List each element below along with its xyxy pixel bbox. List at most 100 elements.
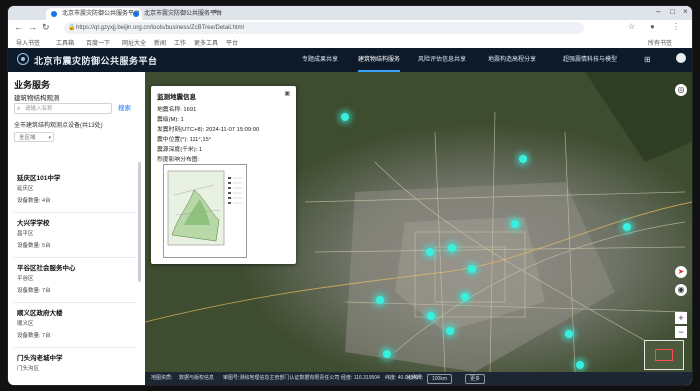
- all-bookmarks[interactable]: 所有书签: [648, 38, 672, 47]
- bookmark-item[interactable]: 工作: [174, 38, 186, 47]
- profile-icon[interactable]: ●: [650, 22, 655, 31]
- nav-item-risk[interactable]: 风险评估信息共享: [418, 48, 466, 72]
- popup-row: 发震时刻(UTC+8): 2024-11-07 15:09:00: [157, 127, 260, 133]
- new-tab-button[interactable]: +: [213, 7, 219, 18]
- tab-second[interactable]: 北京市震灾防御公共服务平台 ×: [128, 8, 226, 20]
- list-item[interactable]: 顺义区政府大楼 顺义区 设备数量: 7台: [14, 303, 136, 348]
- lock-icon: 🔒: [68, 25, 76, 31]
- list-item[interactable]: 延庆区101中学 延庆区 设备数量: 4台: [14, 168, 136, 213]
- intensity-distribution-map[interactable]: [163, 164, 247, 258]
- desktop-background: 北京市震灾防御公共服务平台 × 北京市震灾防御公共服务平台 × + – □ × …: [0, 0, 700, 391]
- monitoring-station-marker[interactable]: [468, 265, 476, 273]
- station-district: 昌平区: [17, 231, 34, 237]
- monitoring-station-marker[interactable]: [427, 312, 435, 320]
- status-item: 数据与版权信息: [179, 375, 215, 381]
- tab-strip: 北京市震灾防御公共服务平台 × 北京市震灾防御公共服务平台 × + – □ ×: [8, 6, 692, 20]
- popup-row: 震中位置(°): 111°,15°: [157, 137, 212, 143]
- popup-title: 监测地震信息: [157, 94, 196, 101]
- station-district: 门头沟区: [17, 366, 40, 372]
- sidebar-scrollbar[interactable]: [138, 162, 141, 282]
- list-item[interactable]: 平谷区社会服务中心 平谷区 设备数量: 7台: [14, 258, 136, 303]
- bookmark-item[interactable]: 导入书签: [16, 38, 40, 47]
- address-bar-row: ← → ↻ 🔒 https://qt.gzyxjj.beijin.org.cn/…: [8, 20, 692, 37]
- station-name: 延庆区101中学: [17, 175, 61, 182]
- platform-logo-icon: [17, 53, 29, 65]
- list-item[interactable]: 门头沟老城中学 门头沟区: [14, 348, 136, 385]
- nav-item-topics[interactable]: 专题成果共享: [302, 48, 338, 72]
- monitoring-station-marker[interactable]: [461, 293, 469, 301]
- star-icon[interactable]: ☆: [628, 22, 635, 31]
- station-devices: 设备数量: 4台: [17, 198, 51, 204]
- zoom-in-button[interactable]: +: [675, 312, 687, 324]
- bookmark-item[interactable]: 网址大全: [122, 38, 146, 47]
- bookmark-item[interactable]: 平台: [226, 38, 238, 47]
- more-button[interactable]: 更多: [465, 374, 486, 384]
- filter-value: 全区域: [19, 135, 36, 141]
- list-item[interactable]: 大兴学学校 昌平区 设备数量: 5台: [14, 213, 136, 258]
- monitoring-station-marker[interactable]: [623, 223, 631, 231]
- scale-label: 比例尺:: [407, 375, 424, 381]
- layers-icon[interactable]: ◎: [675, 84, 687, 96]
- nav-item-buildings[interactable]: 建筑物结构服务: [358, 48, 401, 72]
- district-filter-select[interactable]: 全区域 ▾: [14, 132, 54, 142]
- monitoring-station-marker[interactable]: [576, 361, 584, 369]
- search-input[interactable]: ⌕ 请输入名称: [14, 103, 112, 114]
- search-icon: ⌕: [17, 106, 21, 112]
- bookmark-item[interactable]: 更多工具: [194, 38, 218, 47]
- monitoring-station-marker[interactable]: [376, 296, 384, 304]
- monitoring-station-marker[interactable]: [446, 327, 454, 335]
- search-placeholder: 请输入名称: [25, 106, 53, 112]
- reload-icon[interactable]: ↻: [42, 22, 50, 33]
- satellite-map[interactable]: 监测地震信息 ▣ 地震名称: 1691 震级(M): 1 发震时刻(UTC+8)…: [145, 72, 692, 372]
- monitoring-station-marker[interactable]: [565, 330, 573, 338]
- monitoring-station-marker[interactable]: [426, 248, 434, 256]
- station-devices: 设备数量: 5台: [17, 243, 51, 249]
- site-favicon-icon: [51, 11, 57, 17]
- nav-item-structure[interactable]: 地震构造高程分享: [488, 48, 536, 72]
- scale-bar: 100km: [427, 374, 453, 384]
- monitoring-station-marker[interactable]: [383, 350, 391, 358]
- station-name: 顺义区政府大楼: [17, 310, 63, 317]
- minimize-icon[interactable]: –: [656, 7, 660, 16]
- map-status-bar: 地图资质: 数据与版权信息 审图号:测绘地理信息主管部门认证数据有限责任公司 经…: [145, 372, 692, 385]
- menu-icon[interactable]: ⋮: [672, 22, 680, 31]
- monitoring-station-marker[interactable]: [341, 113, 349, 121]
- monitoring-station-marker[interactable]: [448, 244, 456, 252]
- nav-item-models[interactable]: 超强震情科技与模型: [563, 48, 617, 72]
- sidebar-title: 业务服务: [14, 80, 51, 90]
- monitoring-station-marker[interactable]: [511, 220, 519, 228]
- longitude-readout: 经度: 116.319504: [341, 375, 380, 381]
- app-header: 北京市震灾防御公共服务平台 专题成果共享 建筑物结构服务 风险评估信息共享 地震…: [8, 48, 692, 72]
- popup-row: 烈度影响分布图:: [157, 157, 200, 163]
- forward-icon[interactable]: →: [28, 22, 37, 32]
- apps-grid-icon[interactable]: ⊞: [644, 55, 651, 64]
- bookmark-item[interactable]: 百度一下: [86, 38, 110, 47]
- site-favicon-icon: [133, 11, 139, 17]
- station-devices: 设备数量: 7台: [17, 333, 51, 339]
- app-title: 北京市震灾防御公共服务平台: [34, 56, 158, 66]
- url-text: https://qt.gzyxjj.beijin.org.cn/tools/bu…: [76, 25, 244, 31]
- sidebar-subtitle: 建筑物结构观测: [14, 95, 60, 102]
- popup-row: 地震名称: 1691: [157, 107, 197, 113]
- popup-pin-icon[interactable]: ▣: [284, 90, 290, 97]
- overview-map[interactable]: [644, 340, 684, 370]
- back-icon[interactable]: ←: [14, 22, 23, 32]
- bookmark-item[interactable]: 工具箱: [56, 38, 74, 47]
- bookmark-item[interactable]: 新闻: [154, 38, 166, 47]
- sidebar: 业务服务 建筑物结构观测 ⌕ 请输入名称 搜索 全市建筑结构观测点设备(共13处…: [8, 72, 146, 385]
- locate-icon[interactable]: ◉: [675, 284, 687, 296]
- maximize-icon[interactable]: □: [670, 7, 675, 16]
- zoom-out-button[interactable]: −: [675, 326, 687, 338]
- search-button[interactable]: 搜索: [118, 103, 131, 114]
- compass-icon[interactable]: ➤: [675, 266, 687, 278]
- station-name: 门头沟老城中学: [17, 355, 63, 362]
- earthquake-info-popup: 监测地震信息 ▣ 地震名称: 1691 震级(M): 1 发震时刻(UTC+8)…: [151, 86, 296, 264]
- url-field[interactable]: 🔒 https://qt.gzyxjj.beijin.org.cn/tools/…: [64, 22, 584, 34]
- station-district: 顺义区: [17, 321, 34, 327]
- monitoring-station-marker[interactable]: [519, 155, 527, 163]
- station-name: 平谷区社会服务中心: [17, 265, 76, 272]
- intensity-map-drawing: [167, 170, 242, 246]
- avatar[interactable]: [676, 53, 686, 63]
- close-window-icon[interactable]: ×: [683, 7, 688, 16]
- browser-window: 北京市震灾防御公共服务平台 × 北京市震灾防御公共服务平台 × + – □ × …: [8, 6, 692, 385]
